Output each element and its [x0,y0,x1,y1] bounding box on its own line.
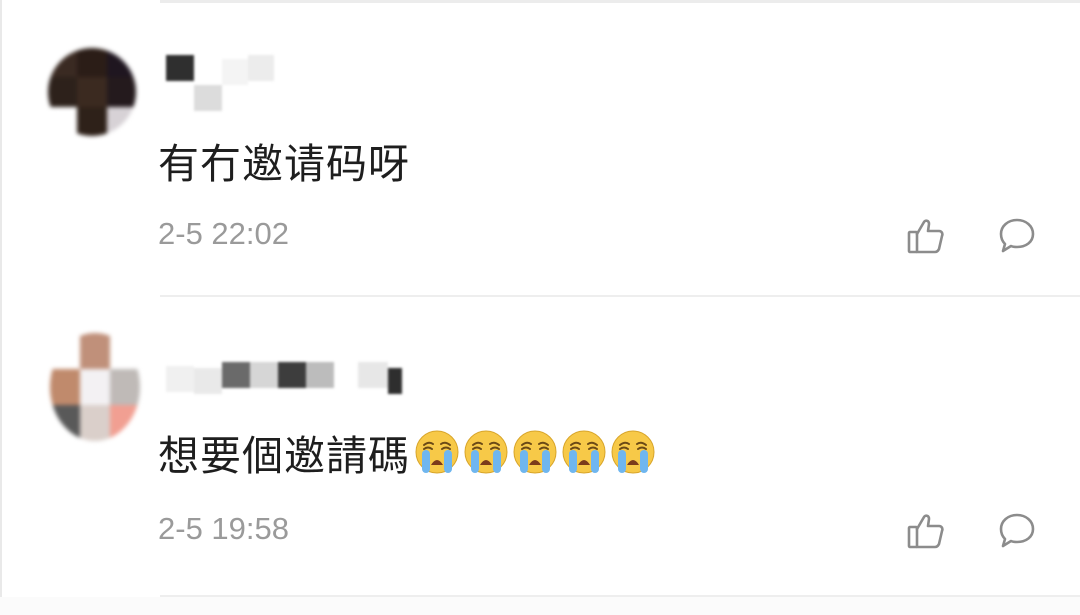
username-pixelated[interactable] [166,362,402,394]
avatar-pixel [48,48,78,78]
thumbs-up-icon[interactable] [904,214,948,258]
comment-text-body: 想要個邀請碼 [158,432,410,480]
avatar-pixel [80,333,110,369]
avatar-pixel [106,48,136,78]
avatar-pixel [106,77,136,107]
emoji-row [414,429,659,475]
username-pixel [278,362,306,388]
avatar-pixel [50,333,80,369]
avatar[interactable] [48,48,136,136]
username-pixel [166,55,194,81]
comment-timestamp: 2-5 19:58 [158,511,289,546]
avatar-pixel [110,405,140,441]
loudly-crying-face-icon [611,430,655,474]
comment-item: 有冇邀请码呀 2-5 22:02 [0,0,1080,297]
loudly-crying-face-icon [562,430,606,474]
loudly-crying-face-icon [464,430,508,474]
username-pixel [306,362,334,388]
comment-text: 有冇邀请码呀 [158,140,410,188]
username-pixel [222,362,250,388]
username-pixel [194,85,222,111]
username-pixel [166,366,194,392]
avatar-pixel [110,333,140,369]
avatar-pixel [80,369,110,405]
avatar-pixel [80,405,110,441]
username-pixel [194,368,222,394]
avatar-pixel [110,369,140,405]
avatar-pixel [77,77,107,107]
comment-list: 有冇邀请码呀 2-5 22:02 想要個邀請碼 2-5 19:58 [0,0,1080,615]
comment-bubble-icon[interactable] [995,214,1039,258]
username-pixel [388,368,402,394]
comment-item: 想要個邀請碼 2-5 19:58 [0,297,1080,597]
avatar-pixel [48,106,78,136]
username-pixel [334,366,358,392]
username-pixel [250,362,278,388]
avatar-pixel [77,106,107,136]
loudly-crying-face-icon [513,430,557,474]
comment-bubble-icon[interactable] [995,509,1039,553]
avatar[interactable] [50,333,140,441]
loudly-crying-face-icon [415,430,459,474]
username-pixel [358,362,388,388]
avatar-pixel [77,48,107,78]
avatar-pixel [106,106,136,136]
comment-timestamp: 2-5 22:02 [158,216,289,251]
thumbs-up-icon[interactable] [904,509,948,553]
comment-text: 想要個邀請碼 [158,422,659,482]
username-pixel [248,55,274,81]
avatar-pixel [48,77,78,107]
bottom-band [0,597,1080,615]
username-pixel [222,59,248,85]
avatar-pixel [50,405,80,441]
avatar-pixel [50,369,80,405]
username-pixelated[interactable] [166,55,274,111]
